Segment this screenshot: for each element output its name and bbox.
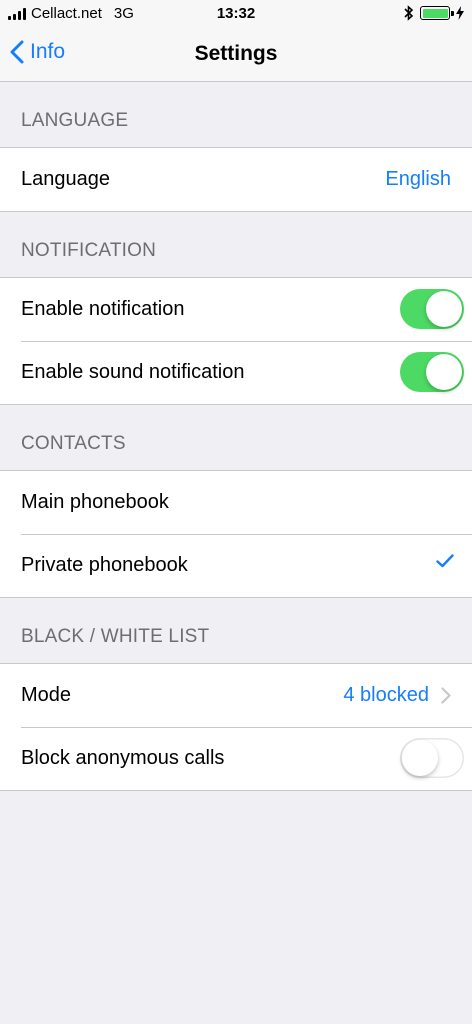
section-header-language: LANGUAGE bbox=[21, 110, 129, 131]
language-label: Language bbox=[21, 168, 110, 190]
enable-sound-notification-toggle[interactable] bbox=[400, 352, 464, 392]
battery-icon bbox=[420, 6, 454, 20]
checkmark-icon bbox=[436, 554, 454, 568]
contacts-group: Main phonebook Private phonebook bbox=[0, 470, 472, 598]
navigation-bar: Info Settings bbox=[0, 28, 472, 82]
language-value: English bbox=[385, 168, 451, 190]
black-white-list-group: Mode 4 blocked Block anonymous calls bbox=[0, 663, 472, 791]
enable-notification-toggle[interactable] bbox=[400, 289, 464, 329]
main-phonebook-row[interactable]: Main phonebook bbox=[0, 471, 472, 534]
page-title: Settings bbox=[194, 42, 278, 65]
section-header-black-white-list: BLACK / WHITE LIST bbox=[21, 626, 210, 647]
block-anonymous-calls-toggle[interactable] bbox=[400, 738, 464, 778]
charging-icon bbox=[456, 6, 464, 20]
enable-sound-notification-label: Enable sound notification bbox=[21, 361, 245, 383]
enable-notification-row: Enable notification bbox=[0, 278, 472, 341]
chevron-right-icon bbox=[441, 687, 451, 704]
section-header-notification: NOTIFICATION bbox=[21, 240, 157, 261]
private-phonebook-label: Private phonebook bbox=[21, 554, 188, 576]
mode-value: 4 blocked bbox=[343, 684, 429, 706]
private-phonebook-row[interactable]: Private phonebook bbox=[0, 534, 472, 597]
status-time: 13:32 bbox=[216, 5, 256, 22]
bluetooth-icon bbox=[404, 5, 414, 21]
block-anonymous-calls-row: Block anonymous calls bbox=[0, 727, 472, 790]
language-group: Language English bbox=[0, 147, 472, 212]
block-anonymous-calls-label: Block anonymous calls bbox=[21, 747, 225, 769]
section-header-contacts: CONTACTS bbox=[21, 433, 126, 454]
status-right bbox=[404, 5, 464, 21]
main-phonebook-label: Main phonebook bbox=[21, 491, 169, 513]
settings-list: LANGUAGE Language English NOTIFICATION E… bbox=[0, 82, 472, 791]
language-row[interactable]: Language English bbox=[0, 148, 472, 211]
mode-label: Mode bbox=[21, 684, 72, 706]
notification-group: Enable notification Enable sound notific… bbox=[0, 277, 472, 405]
enable-sound-notification-row: Enable sound notification bbox=[0, 341, 472, 404]
status-bar: Cellact.net 3G 13:32 bbox=[0, 0, 472, 28]
mode-row[interactable]: Mode 4 blocked bbox=[0, 664, 472, 727]
enable-notification-label: Enable notification bbox=[21, 298, 185, 320]
